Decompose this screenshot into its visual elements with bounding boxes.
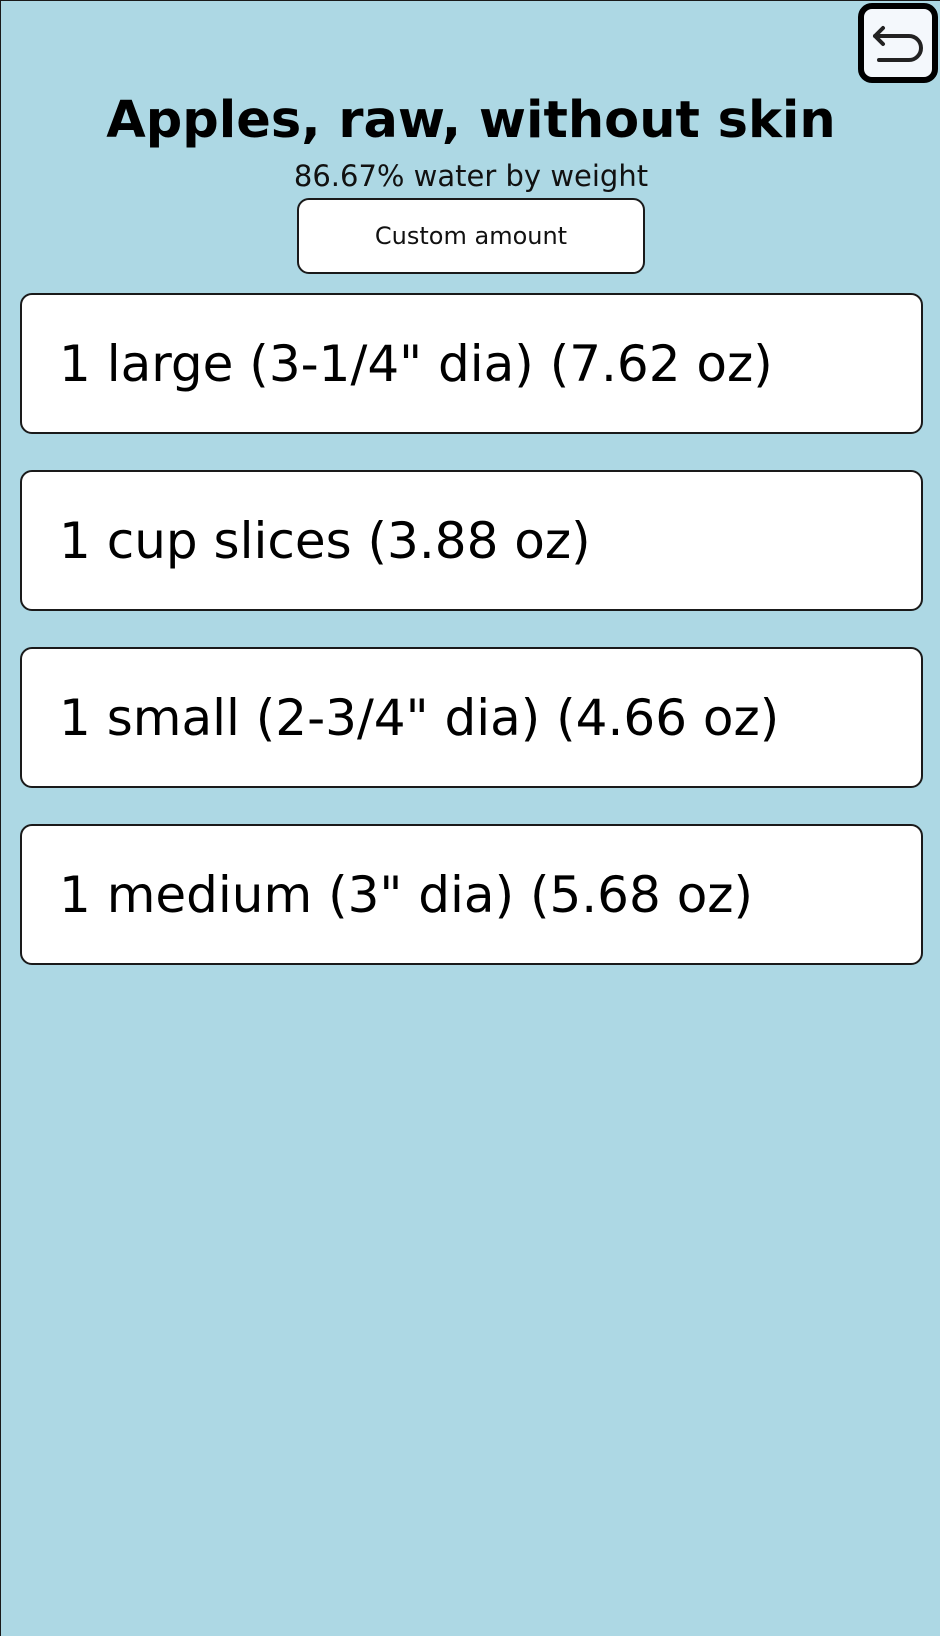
serving-option-label: 1 medium (3" dia) (5.68 oz) <box>59 865 754 924</box>
serving-option-label: 1 cup slices (3.88 oz) <box>59 511 591 570</box>
back-button[interactable] <box>858 3 938 83</box>
serving-size-list: 1 large (3-1/4" dia) (7.62 oz) 1 cup sli… <box>20 293 923 1001</box>
serving-option-large[interactable]: 1 large (3-1/4" dia) (7.62 oz) <box>20 293 923 434</box>
serving-option-medium[interactable]: 1 medium (3" dia) (5.68 oz) <box>20 824 923 965</box>
serving-option-small[interactable]: 1 small (2-3/4" dia) (4.66 oz) <box>20 647 923 788</box>
custom-amount-button[interactable]: Custom amount <box>297 198 645 274</box>
water-content-subtitle: 86.67% water by weight <box>293 159 649 193</box>
page-title: Apples, raw, without skin <box>106 91 836 150</box>
undo-arrow-icon <box>869 20 927 66</box>
serving-option-label: 1 small (2-3/4" dia) (4.66 oz) <box>59 688 780 747</box>
serving-option-label: 1 large (3-1/4" dia) (7.62 oz) <box>59 334 773 393</box>
serving-option-cup-slices[interactable]: 1 cup slices (3.88 oz) <box>20 470 923 611</box>
